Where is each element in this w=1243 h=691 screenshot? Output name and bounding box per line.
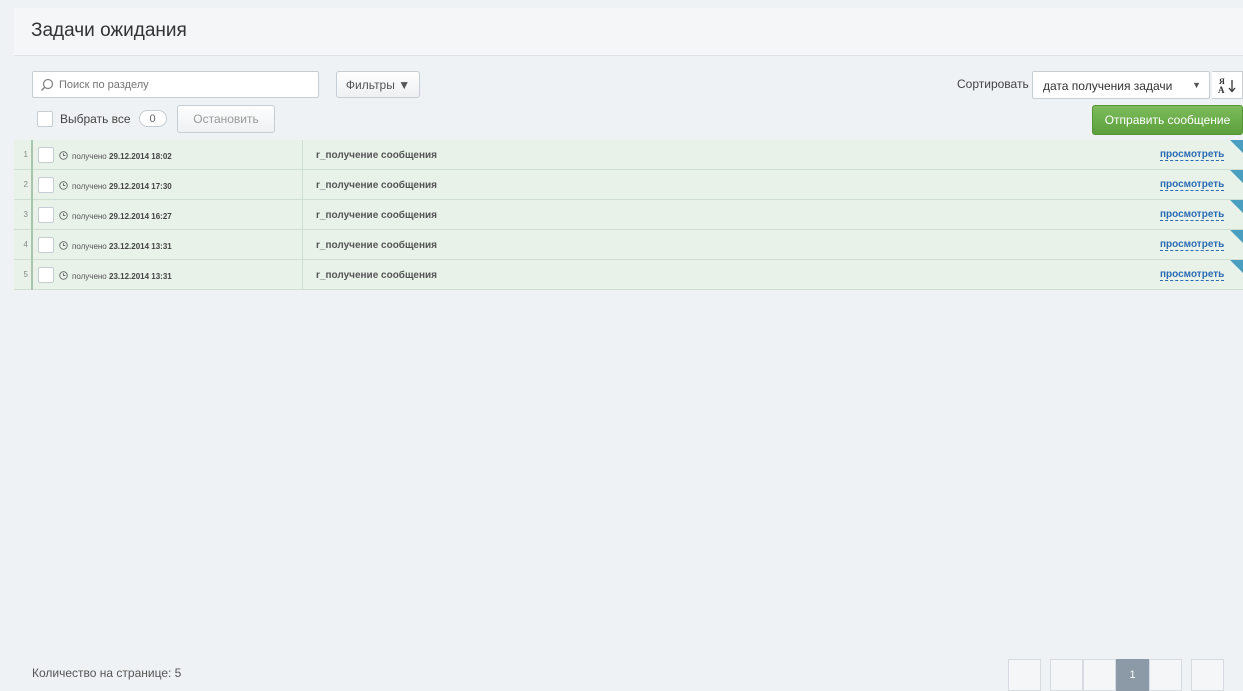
- column-divider: [302, 200, 303, 230]
- received-date: 23.12.2014 13:31: [109, 272, 172, 281]
- corner-flag-icon: [1230, 200, 1243, 213]
- view-link[interactable]: просмотреть: [1160, 209, 1225, 221]
- row-number: 1: [23, 150, 28, 159]
- received-date: 29.12.2014 18:02: [109, 152, 172, 161]
- task-name: r_получение сообщения: [316, 270, 438, 281]
- pager-first-button[interactable]: [1008, 659, 1041, 691]
- filters-button[interactable]: Фильтры ▼: [336, 71, 420, 98]
- chevron-down-icon: ▼: [1192, 80, 1201, 90]
- view-link[interactable]: просмотреть: [1160, 239, 1225, 251]
- search-box[interactable]: [32, 71, 319, 98]
- received-info: получено 23.12.2014 13:31: [72, 242, 172, 251]
- row-number: 2: [23, 180, 28, 189]
- corner-flag-icon: [1230, 170, 1243, 183]
- select-all[interactable]: Выбрать все 0: [37, 110, 167, 127]
- row-edge: [31, 140, 33, 170]
- task-name: r_получение сообщения: [316, 210, 438, 221]
- row-edge: [31, 200, 33, 230]
- row-number: 5: [23, 270, 28, 279]
- row-number: 3: [23, 210, 28, 219]
- received-date: 29.12.2014 16:27: [109, 212, 172, 221]
- row-checkbox[interactable]: [38, 177, 54, 193]
- row-checkbox[interactable]: [38, 267, 54, 283]
- sort-label: Сортировать: [957, 77, 1029, 91]
- task-row[interactable]: 2 получено 29.12.2014 17:30 r_получение …: [14, 170, 1243, 200]
- corner-flag-icon: [1230, 230, 1243, 243]
- sort-order-button[interactable]: Я A: [1212, 71, 1243, 99]
- view-link[interactable]: просмотреть: [1160, 269, 1225, 281]
- sort-select-value: дата получения задачи: [1043, 79, 1173, 93]
- corner-flag-icon: [1230, 140, 1243, 153]
- row-number: 4: [23, 240, 28, 249]
- selected-count-badge: 0: [138, 110, 167, 127]
- pager-next-page-button[interactable]: [1149, 659, 1182, 691]
- clock-icon: [59, 241, 68, 250]
- page-header: Задачи ожидания: [14, 8, 1243, 56]
- select-all-checkbox[interactable]: [37, 110, 53, 127]
- task-row[interactable]: 3 получено 29.12.2014 16:27 r_получение …: [14, 200, 1243, 230]
- pager-prev-button[interactable]: [1050, 659, 1083, 691]
- view-link[interactable]: просмотреть: [1160, 149, 1225, 161]
- received-date: 23.12.2014 13:31: [109, 242, 172, 251]
- column-divider: [302, 140, 303, 170]
- task-row[interactable]: 1 получено 29.12.2014 18:02 r_получение …: [14, 140, 1243, 170]
- received-info: получено 29.12.2014 18:02: [72, 152, 172, 161]
- pagination: 1: [1008, 659, 1224, 691]
- pager-current-page[interactable]: 1: [1116, 659, 1149, 691]
- received-info: получено 29.12.2014 17:30: [72, 182, 172, 191]
- corner-flag-icon: [1230, 260, 1243, 273]
- task-list: 1 получено 29.12.2014 18:02 r_получение …: [14, 140, 1243, 290]
- clock-icon: [59, 181, 68, 190]
- received-date: 29.12.2014 17:30: [109, 182, 172, 191]
- received-info: получено 23.12.2014 13:31: [72, 272, 172, 281]
- pager-next-button[interactable]: [1191, 659, 1224, 691]
- task-name: r_получение сообщения: [316, 150, 438, 161]
- sort-alpha-desc-icon: Я A: [1218, 77, 1236, 94]
- task-name: r_получение сообщения: [316, 240, 438, 251]
- svg-text:A: A: [1218, 85, 1225, 94]
- pager-prev-page-button[interactable]: [1083, 659, 1116, 691]
- received-info: получено 29.12.2014 16:27: [72, 212, 172, 221]
- clock-icon: [59, 211, 68, 220]
- row-edge: [31, 260, 33, 290]
- view-link[interactable]: просмотреть: [1160, 179, 1225, 191]
- clock-icon: [59, 271, 68, 280]
- task-row[interactable]: 5 получено 23.12.2014 13:31 r_получение …: [14, 260, 1243, 290]
- row-edge: [31, 170, 33, 200]
- page-title: Задачи ожидания: [31, 20, 187, 41]
- page: Задачи ожидания Фильтры ▼ Сортировать да…: [14, 8, 1243, 691]
- column-divider: [302, 170, 303, 200]
- task-name: r_получение сообщения: [316, 180, 438, 191]
- row-edge: [31, 230, 33, 260]
- search-icon: [40, 78, 54, 92]
- row-checkbox[interactable]: [38, 207, 54, 223]
- select-all-label: Выбрать все: [60, 111, 131, 126]
- row-checkbox[interactable]: [38, 237, 54, 253]
- send-message-button[interactable]: Отправить сообщение: [1092, 105, 1243, 135]
- task-row[interactable]: 4 получено 23.12.2014 13:31 r_получение …: [14, 230, 1243, 260]
- column-divider: [302, 230, 303, 260]
- per-page-count: Количество на странице: 5: [32, 666, 182, 680]
- clock-icon: [59, 151, 68, 160]
- column-divider: [302, 260, 303, 290]
- stop-button[interactable]: Остановить: [177, 105, 275, 133]
- search-input[interactable]: [59, 72, 309, 97]
- sort-select[interactable]: дата получения задачи ▼: [1032, 71, 1210, 99]
- row-checkbox[interactable]: [38, 147, 54, 163]
